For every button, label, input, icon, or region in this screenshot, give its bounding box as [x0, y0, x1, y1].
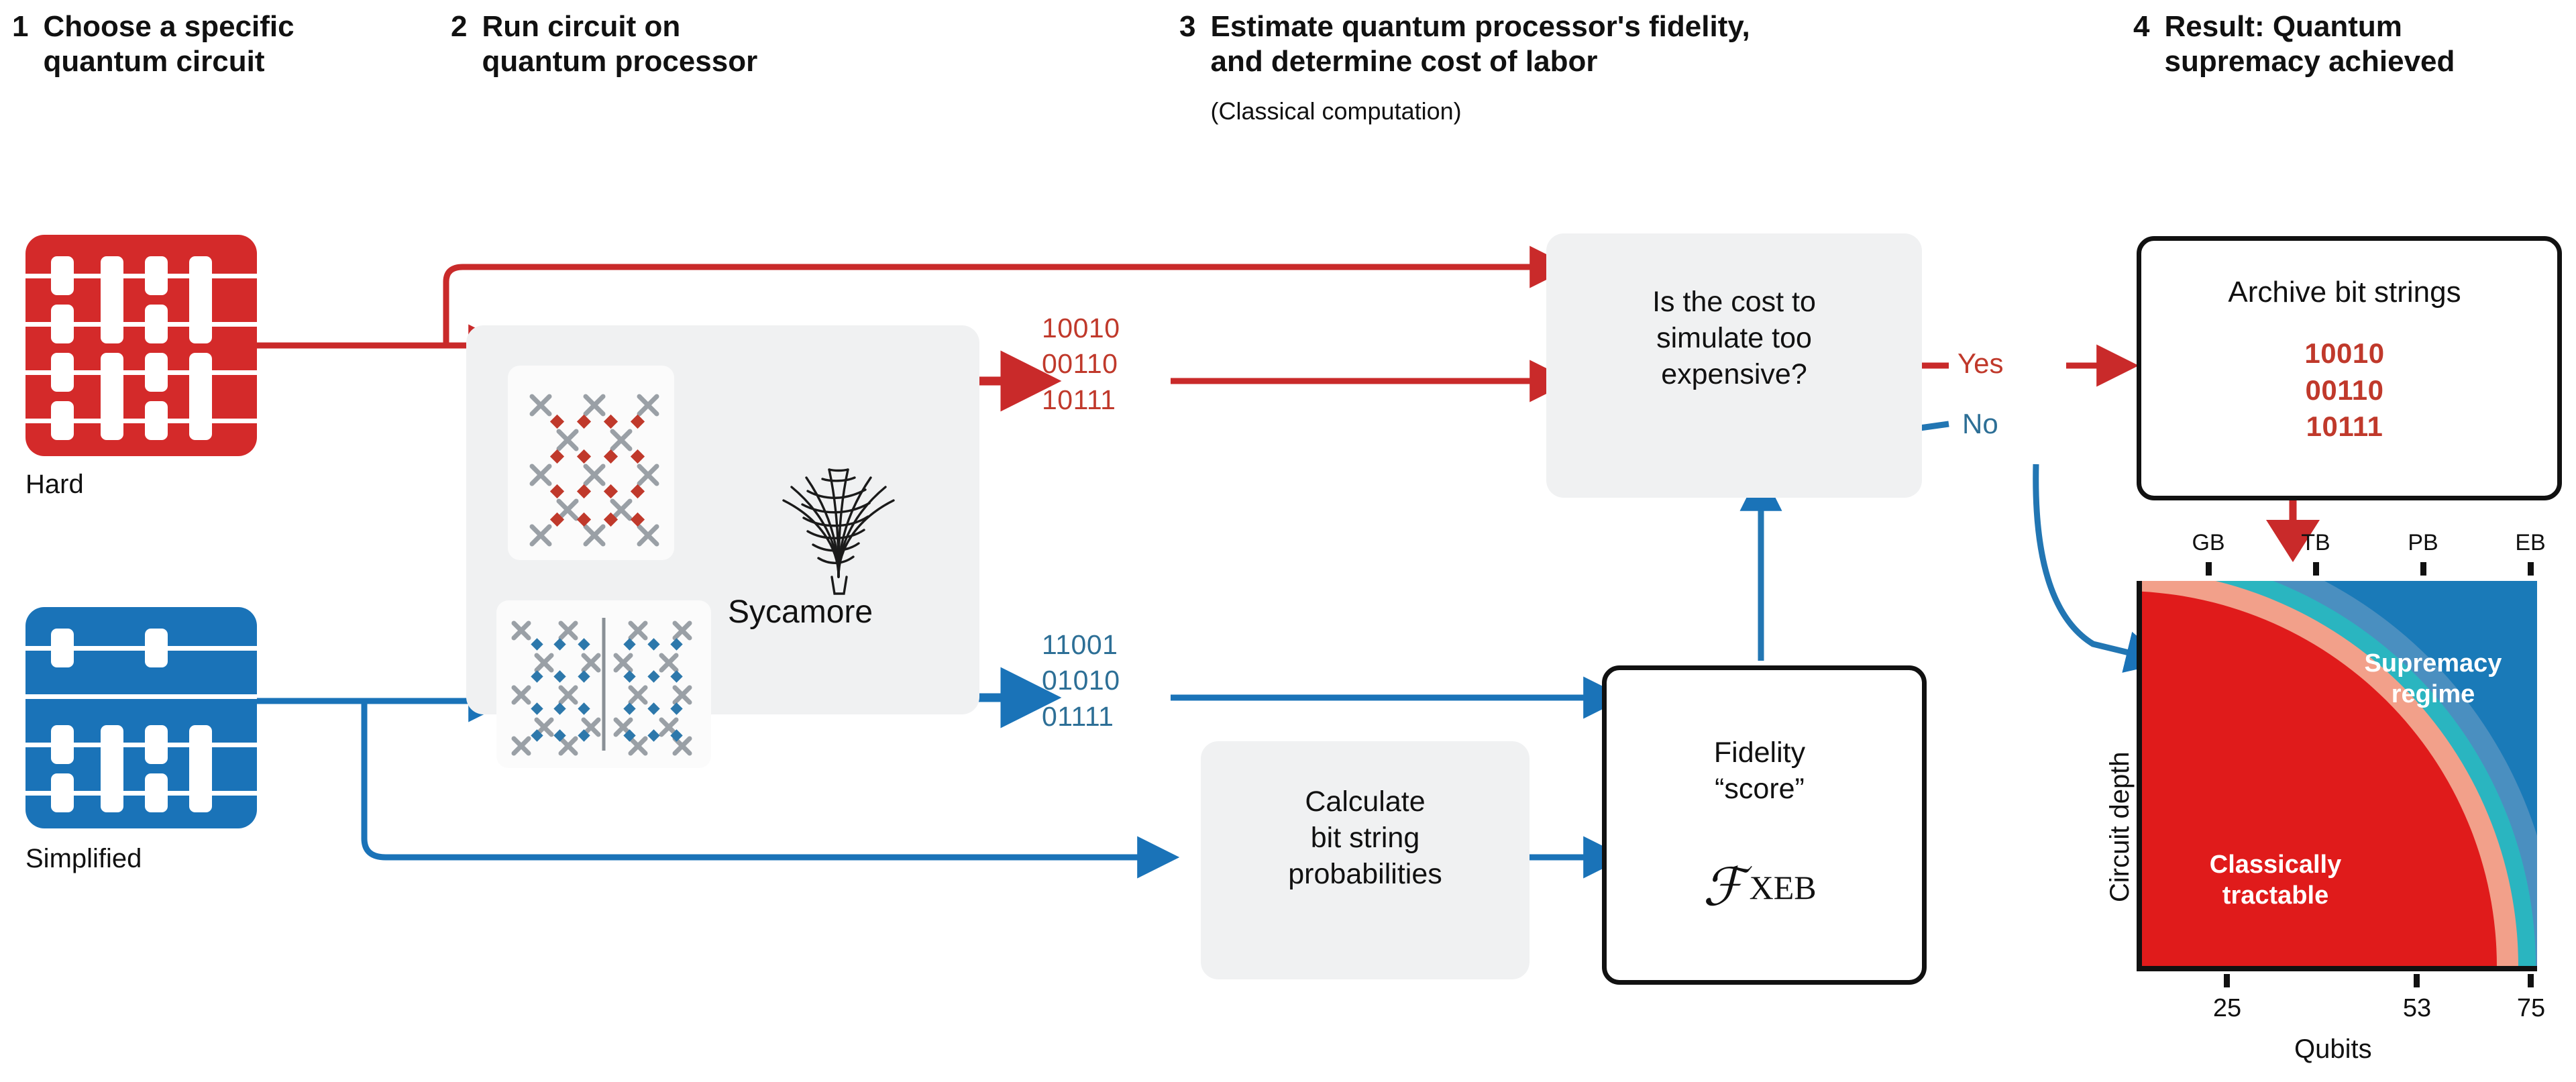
chart-y-axis-label: Circuit depth [2105, 751, 2135, 902]
bitstring: 10111 [1042, 384, 1116, 415]
no-branch-label: No [1962, 408, 1998, 439]
bitstring: 00110 [2305, 374, 2384, 406]
bitstring: 10010 [2304, 337, 2385, 369]
calculate-line3: probabilities [1288, 858, 1442, 891]
x-tick-label-25: 25 [2212, 994, 2242, 1022]
x-tick-mark [2414, 974, 2420, 987]
tractable-label-line1: Classically [2209, 851, 2342, 879]
chart-y-axis [2137, 581, 2142, 971]
x-tick-mark [2528, 974, 2534, 987]
fidelity-line2: “score” [1715, 773, 1805, 806]
fidelity-formula: ℱ XEB [1602, 857, 1917, 918]
supremacy-label-line2: regime [2391, 680, 2475, 709]
simplified-lattice-card [496, 600, 711, 768]
decision-line1: Is the cost to [1652, 286, 1816, 318]
archive-box-title: Archive bit strings [2228, 276, 2461, 309]
x-tick-label-53: 53 [2402, 994, 2432, 1022]
top-tick-mark [2420, 562, 2426, 576]
hard-lattice-graphic [529, 394, 659, 547]
decision-box-text: Is the cost to simulate too expensive? [1546, 284, 1922, 393]
simplified-bitstrings: 11001 01010 01111 [1042, 627, 1120, 735]
supremacy-chart: GB TB PB EB Supremacy regime Classically… [1986, 523, 2576, 1082]
calculate-line2: bit string [1310, 822, 1420, 855]
fidelity-subscript: XEB [1749, 869, 1817, 906]
supremacy-region-label: Supremacy regime [2343, 648, 2524, 710]
x-tick-mark [2224, 974, 2230, 987]
top-tick-mark [2528, 562, 2534, 576]
chart-x-axis-label: Qubits [2294, 1034, 2372, 1064]
top-tick-label-tb: TB [2301, 530, 2330, 555]
top-tick-mark [2313, 562, 2319, 576]
top-tick-mark [2206, 562, 2212, 576]
fidelity-box-text: Fidelity “score” [1602, 735, 1917, 807]
calculate-box-text: Calculate bit string probabilities [1201, 783, 1529, 893]
chart-x-axis [2137, 966, 2537, 971]
yes-branch-label: Yes [1957, 347, 2004, 379]
archive-bitstrings: 10010 00110 10111 [2137, 335, 2553, 445]
top-tick-label-gb: GB [2192, 530, 2225, 555]
sycamore-label: Sycamore [728, 594, 873, 630]
bitstring: 10010 [1042, 313, 1120, 343]
fidelity-script-f: ℱ [1703, 858, 1744, 916]
fidelity-box [1602, 665, 1927, 985]
hard-lattice-card [508, 366, 674, 560]
tractable-region-label: Classically tractable [2182, 849, 2369, 912]
bitstring: 10111 [2306, 411, 2383, 443]
hard-bitstrings: 10010 00110 10111 [1042, 311, 1120, 418]
calculate-line1: Calculate [1305, 786, 1426, 818]
chart-plot-area: Supremacy regime Classically tractable [2141, 581, 2537, 967]
connector-no-stub [1919, 421, 1949, 431]
sycamore-logo-icon [782, 468, 895, 595]
x-tick-label-75: 75 [2516, 994, 2546, 1022]
top-tick-label-pb: PB [2408, 530, 2438, 555]
connector-simplified-to-calculate [361, 701, 1180, 879]
decision-line3: expensive? [1661, 358, 1807, 391]
bitstring: 01111 [1042, 700, 1114, 732]
fidelity-line1: Fidelity [1713, 737, 1806, 769]
bitstring: 01010 [1042, 665, 1120, 696]
top-tick-label-eb: EB [2515, 530, 2546, 555]
bitstring: 00110 [1042, 348, 1118, 380]
bitstring: 11001 [1042, 629, 1118, 660]
tractable-label-line2: tractable [2222, 881, 2329, 910]
decision-line2: simulate too [1656, 322, 1812, 355]
supremacy-label-line1: Supremacy [2364, 649, 2502, 678]
simplified-lattice-graphic [511, 618, 692, 756]
